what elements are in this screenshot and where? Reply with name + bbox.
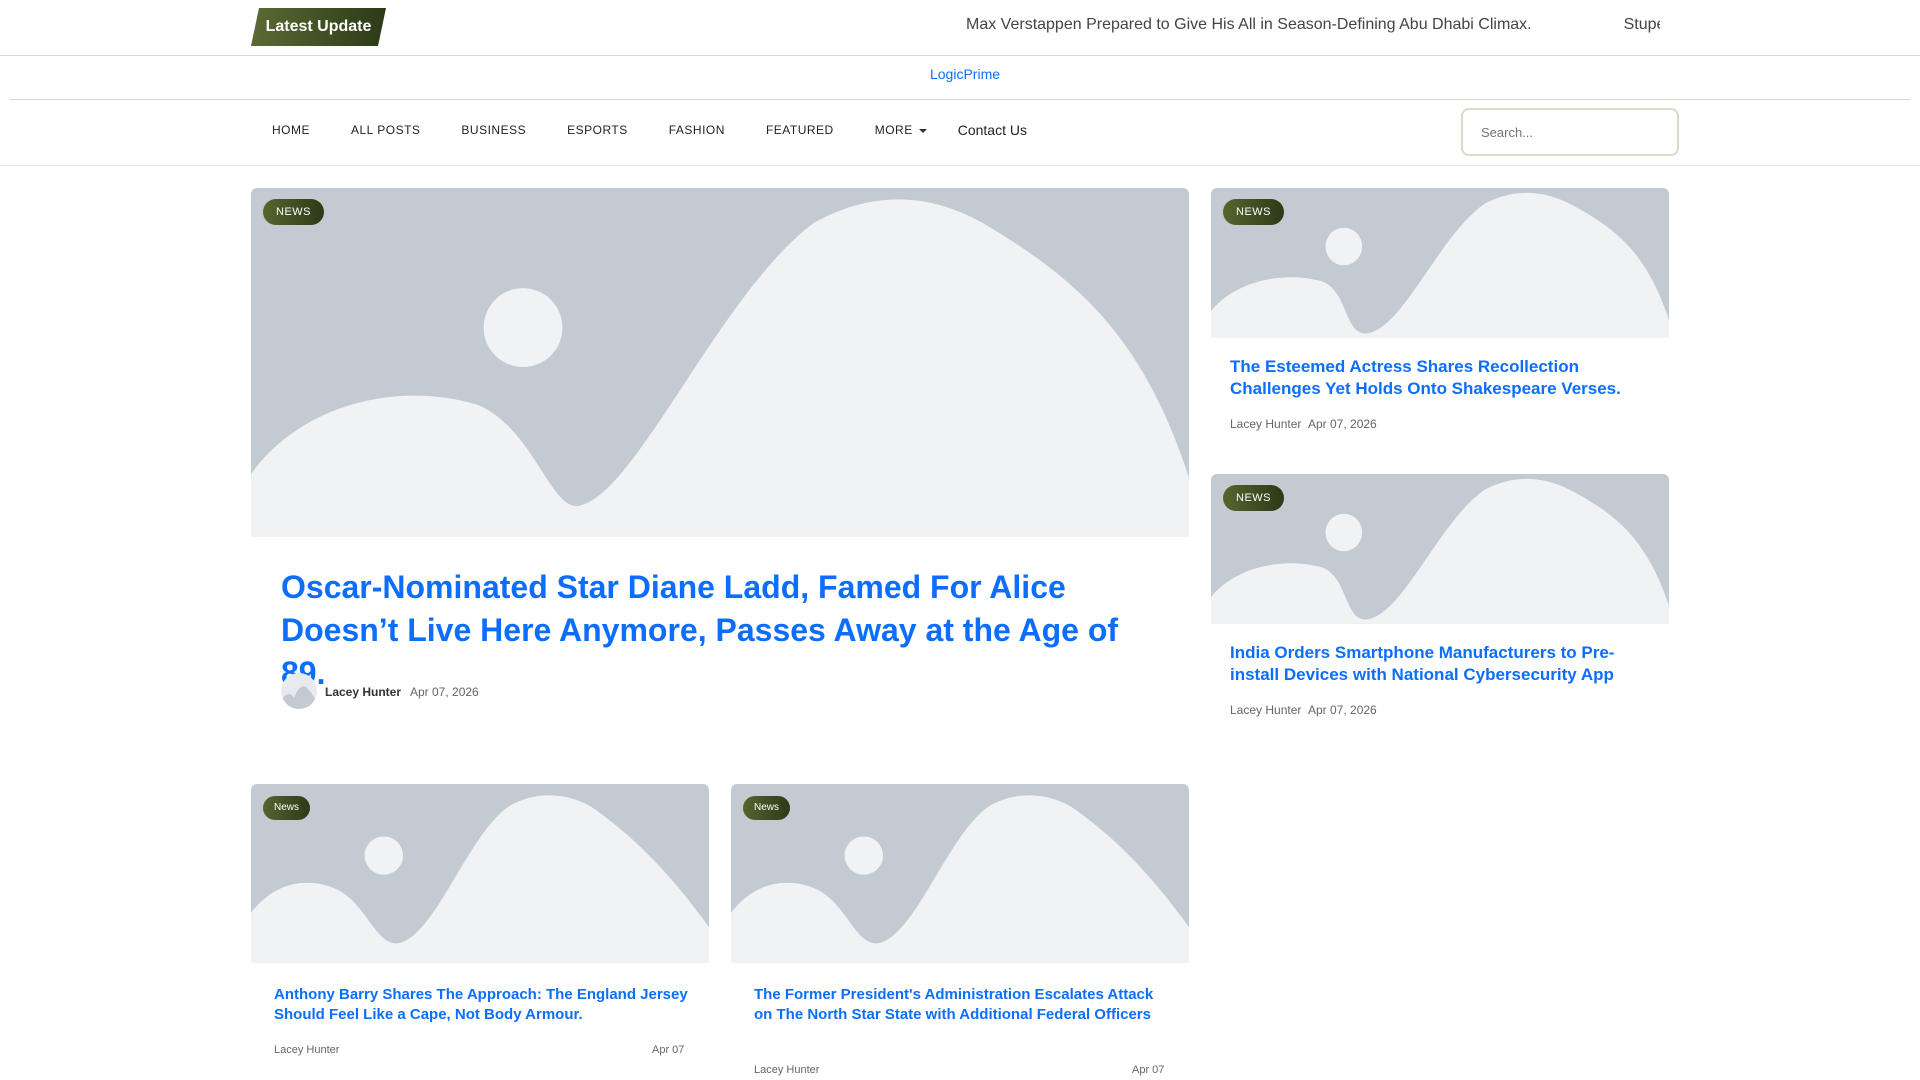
grid-article-title-link[interactable]: The Former President's Administration Es… [754, 985, 1174, 1025]
search-input[interactable] [1461, 108, 1679, 156]
nav-home[interactable]: HOME [272, 123, 310, 137]
author-avatar [281, 673, 317, 709]
nav-more-dropdown[interactable]: MORE [875, 123, 927, 137]
image-placeholder-icon [731, 795, 1189, 963]
main-nav: HOME ALL POSTS BUSINESS ESPORTS FASHION … [272, 122, 1068, 138]
category-tag[interactable]: NEWS [1223, 485, 1284, 511]
author-name[interactable]: Lacey Hunter [1230, 703, 1301, 717]
nav-contact-us[interactable]: Contact Us [958, 122, 1027, 138]
post-date: Apr 07 [1132, 1064, 1165, 1076]
post-date: Apr 07 [652, 1044, 685, 1056]
category-tag[interactable]: News [263, 796, 311, 820]
nav-featured[interactable]: FEATURED [766, 123, 834, 137]
image-placeholder-icon [251, 199, 1189, 537]
grid-card-image[interactable]: News [731, 784, 1189, 963]
nav-all-posts[interactable]: ALL POSTS [351, 123, 420, 137]
divider [0, 165, 1920, 166]
nav-business[interactable]: BUSINESS [461, 123, 526, 137]
site-brand-link[interactable]: LogicPrime [0, 66, 1920, 82]
category-tag[interactable]: NEWS [263, 199, 324, 225]
image-placeholder-icon [251, 795, 709, 963]
author-name[interactable]: Lacey Hunter [325, 685, 401, 699]
category-tag[interactable]: News [743, 796, 791, 820]
grid-article-title-link[interactable]: Anthony Barry Shares The Approach: The E… [274, 985, 694, 1025]
author-name[interactable]: Lacey Hunter [754, 1064, 819, 1076]
side-card-image[interactable]: NEWS [1211, 474, 1669, 624]
post-date: Apr 07, 2026 [1308, 417, 1377, 431]
news-ticker[interactable]: Max Verstappen Prepared to Give His All … [966, 14, 1660, 36]
nav-fashion[interactable]: FASHION [669, 123, 725, 137]
nav-esports[interactable]: ESPORTS [567, 123, 628, 137]
side-article-title-link[interactable]: India Orders Smartphone Manufacturers to… [1230, 642, 1650, 686]
divider [10, 99, 1910, 100]
hero-title-link[interactable]: Oscar-Nominated Star Diane Ladd, Famed F… [281, 566, 1161, 695]
author-name[interactable]: Lacey Hunter [1230, 417, 1301, 431]
category-tag[interactable]: NEWS [1223, 199, 1284, 225]
latest-update-badge: Latest Update [251, 8, 386, 46]
post-date: Apr 07, 2026 [410, 685, 479, 699]
grid-card-image[interactable]: News [251, 784, 709, 963]
ticker-item[interactable]: Max Verstappen Prepared to Give His All … [966, 16, 1532, 33]
divider [0, 55, 1920, 56]
author-name[interactable]: Lacey Hunter [274, 1044, 339, 1056]
ticker-item[interactable]: Stupendous [1624, 16, 1660, 33]
hero-image[interactable]: NEWS [251, 188, 1189, 537]
side-article-title-link[interactable]: The Esteemed Actress Shares Recollection… [1230, 356, 1650, 400]
side-card-image[interactable]: NEWS [1211, 188, 1669, 338]
post-date: Apr 07, 2026 [1308, 703, 1377, 717]
